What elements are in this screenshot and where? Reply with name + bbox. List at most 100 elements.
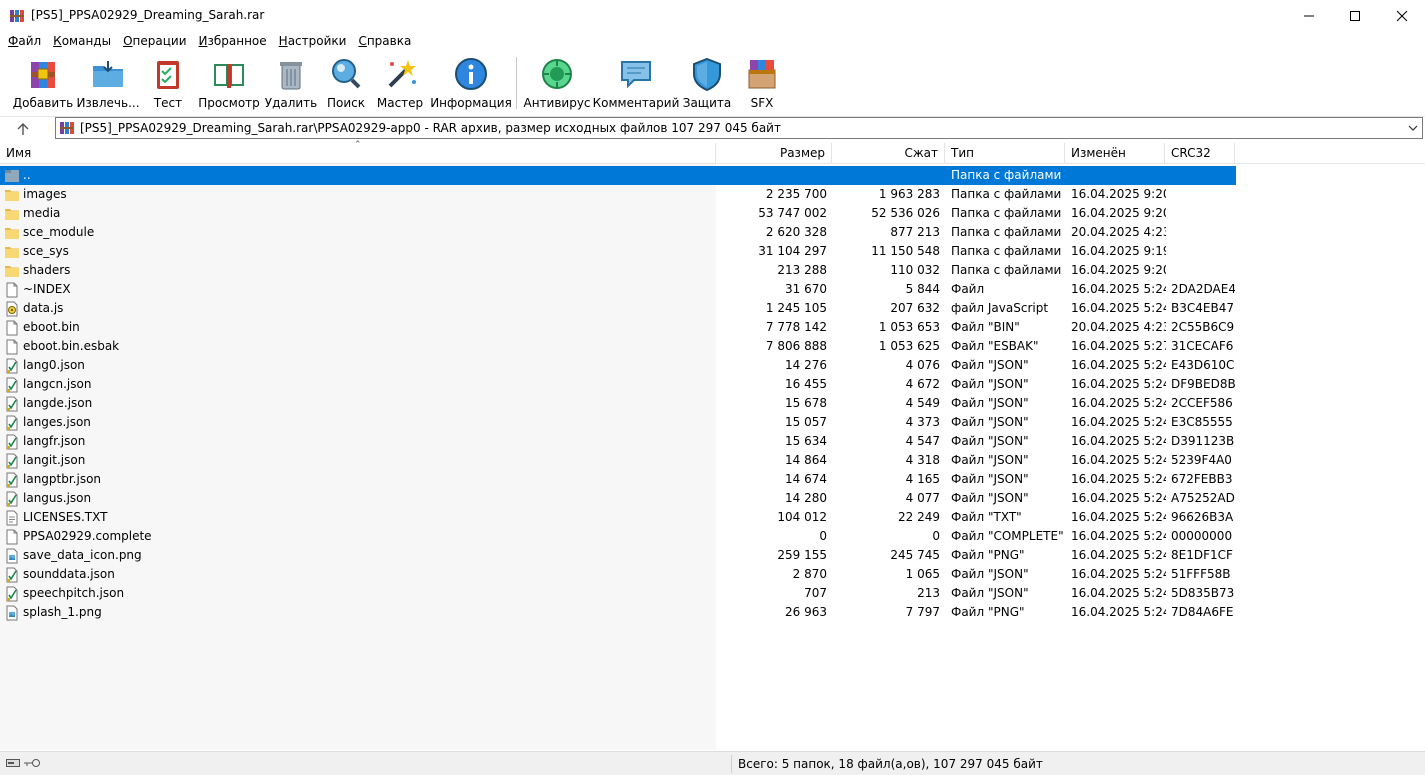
info-icon	[452, 55, 490, 93]
menu-file[interactable]: Файл	[2, 34, 47, 48]
crc-cell: 00000000	[1171, 529, 1233, 543]
size-cell: 1 245 105	[765, 301, 827, 315]
file-name: eboot.bin.esbak	[23, 339, 120, 353]
packed-cell: 5 844	[905, 282, 940, 296]
name-cell: lang0.json	[4, 356, 704, 375]
maximize-button[interactable]	[1332, 0, 1378, 31]
table-row[interactable]: langus.json 14 280 4 077 Файл "JSON" 16.04.2…	[0, 489, 1236, 508]
file-name: langes.json	[23, 415, 91, 429]
folder-icon	[4, 244, 20, 260]
name-cell: PPSA02929.complete	[4, 527, 704, 546]
path-text: [PS5]_PPSA02929_Dreaming_Sarah.rar\PPSA0…	[80, 121, 781, 135]
table-row[interactable]: LICENSES.TXT 104 012 22 249 Файл "TXT" 16.04…	[0, 508, 1236, 527]
table-row[interactable]: images 2 235 700 1 963 283 Папка с файлами 1…	[0, 185, 1236, 204]
menu-favorites[interactable]: Избранное	[193, 34, 273, 48]
type-cell: Папка с файлами	[951, 263, 1062, 277]
table-row[interactable]: eboot.bin 7 778 142 1 053 653 Файл "BIN" 20.…	[0, 318, 1236, 337]
json-file-icon	[4, 567, 20, 583]
name-cell: data.js	[4, 299, 704, 318]
table-row[interactable]: shaders 213 288 110 032 Папка с файлами 16.0…	[0, 261, 1236, 280]
packed-cell: 1 963 283	[878, 187, 940, 201]
modified-cell: 20.04.2025 4:23	[1071, 320, 1166, 334]
table-row[interactable]: sounddata.json 2 870 1 065 Файл "JSON" 16.04…	[0, 565, 1236, 584]
json-file-icon	[4, 396, 20, 412]
column-header-crc[interactable]: CRC32	[1165, 143, 1235, 164]
table-row[interactable]: langes.json 15 057 4 373 Файл "JSON" 16.04.2…	[0, 413, 1236, 432]
comment-button[interactable]: Комментарий	[593, 55, 679, 113]
status-divider	[731, 755, 732, 773]
modified-cell: 16.04.2025 5:24	[1071, 567, 1166, 581]
modified-cell: 16.04.2025 5:24	[1071, 510, 1166, 524]
wizard-button[interactable]: Мастер	[377, 55, 423, 113]
file-list[interactable]: ⌃ Имя Размер Сжат Тип Изменён CRC32 .. Па…	[0, 140, 1425, 750]
size-cell: 15 678	[785, 396, 827, 410]
table-row[interactable]: langit.json 14 864 4 318 Файл "JSON" 16.04.2…	[0, 451, 1236, 470]
path-combobox[interactable]: [PS5]_PPSA02929_Dreaming_Sarah.rar\PPSA0…	[55, 117, 1423, 139]
type-cell: файл JavaScript	[951, 301, 1049, 315]
type-cell: Файл	[951, 282, 985, 296]
name-cell: LICENSES.TXT	[4, 508, 704, 527]
table-row[interactable]: langfr.json 15 634 4 547 Файл "JSON" 16.04.2…	[0, 432, 1236, 451]
menu-help[interactable]: Справка	[352, 34, 417, 48]
file-name: ~INDEX	[23, 282, 71, 296]
search-icon	[327, 55, 365, 93]
type-cell: Файл "JSON"	[951, 415, 1029, 429]
table-row-parent[interactable]: .. Папка с файлами	[0, 166, 1236, 185]
sfx-button[interactable]: SFX	[740, 55, 784, 113]
file-name: media	[23, 206, 61, 220]
file-name: splash_1.png	[23, 605, 102, 619]
column-header-packed[interactable]: Сжат	[832, 143, 945, 164]
crc-cell: 672FEBB3	[1171, 472, 1233, 486]
packed-cell: 877 213	[890, 225, 940, 239]
crc-cell: 7D84A6FE	[1171, 605, 1234, 619]
table-row[interactable]: save_data_icon.png 259 155 245 745 Файл "PN…	[0, 546, 1236, 565]
view-button[interactable]: Просмотр	[198, 55, 260, 113]
table-row[interactable]: langde.json 15 678 4 549 Файл "JSON" 16.04.2…	[0, 394, 1236, 413]
size-cell: 0	[819, 529, 827, 543]
column-header-type[interactable]: Тип	[945, 143, 1065, 164]
add-button[interactable]: Добавить	[13, 55, 73, 113]
menu-commands[interactable]: Команды	[47, 34, 117, 48]
table-row[interactable]: ~INDEX 31 670 5 844 Файл 16.04.2025 5:24 2DA2…	[0, 280, 1236, 299]
info-button[interactable]: Информация	[430, 55, 512, 113]
menu-operations[interactable]: Операции	[117, 34, 192, 48]
find-button[interactable]: Поиск	[325, 55, 367, 113]
script-file-icon	[4, 301, 20, 317]
table-row[interactable]: lang0.json 14 276 4 076 Файл "JSON" 16.04.20…	[0, 356, 1236, 375]
chevron-down-icon[interactable]	[1407, 122, 1419, 134]
table-row[interactable]: PPSA02929.complete 0 0 Файл "COMPLETE" 16.04…	[0, 527, 1236, 546]
table-row[interactable]: eboot.bin.esbak 7 806 888 1 053 625 Файл "E…	[0, 337, 1236, 356]
extract-button[interactable]: Извлечь...	[76, 55, 140, 113]
text-file-icon	[4, 510, 20, 526]
close-button[interactable]	[1379, 0, 1425, 31]
winrar-app-icon[interactable]	[9, 8, 25, 24]
packed-cell: 0	[932, 529, 940, 543]
table-row[interactable]: speechpitch.json 707 213 Файл "JSON" 16.04.2…	[0, 584, 1236, 603]
column-header-modified[interactable]: Изменён	[1065, 143, 1165, 164]
modified-cell: 16.04.2025 5:24	[1071, 358, 1166, 372]
table-row[interactable]: sce_module 2 620 328 877 213 Папка с файлам…	[0, 223, 1236, 242]
table-row[interactable]: langcn.json 16 455 4 672 Файл "JSON" 16.04.2…	[0, 375, 1236, 394]
list-header: ⌃ Имя Размер Сжат Тип Изменён CRC32	[0, 140, 1425, 164]
delete-button[interactable]: Удалить	[265, 55, 317, 113]
size-cell: 707	[804, 586, 827, 600]
table-row[interactable]: data.js 1 245 105 207 632 файл JavaScript 16…	[0, 299, 1236, 318]
minimize-button[interactable]	[1286, 0, 1332, 31]
crc-cell: 5239F4A0	[1171, 453, 1232, 467]
table-row[interactable]: langptbr.json 14 674 4 165 Файл "JSON" 16.04…	[0, 470, 1236, 489]
table-row[interactable]: media 53 747 002 52 536 026 Папка с файлами…	[0, 204, 1236, 223]
protect-button[interactable]: Защита	[683, 55, 731, 113]
packed-cell: 7 797	[905, 605, 940, 619]
column-header-size[interactable]: Размер	[716, 143, 832, 164]
table-row[interactable]: splash_1.png 26 963 7 797 Файл "PNG" 16.04.2…	[0, 603, 1236, 622]
crc-cell	[1171, 242, 1235, 261]
up-folder-button[interactable]	[10, 119, 36, 139]
table-row[interactable]: sce_sys 31 104 297 11 150 548 Папка с файла…	[0, 242, 1236, 261]
size-cell: 26 963	[785, 605, 827, 619]
crc-cell: 2CCEF586	[1171, 396, 1233, 410]
test-button[interactable]: Тест	[148, 55, 188, 113]
menu-settings[interactable]: Настройки	[273, 34, 353, 48]
column-header-name[interactable]: Имя	[0, 143, 716, 164]
antivirus-button[interactable]: Антивирус	[523, 55, 591, 113]
type-cell: Файл "PNG"	[951, 548, 1025, 562]
